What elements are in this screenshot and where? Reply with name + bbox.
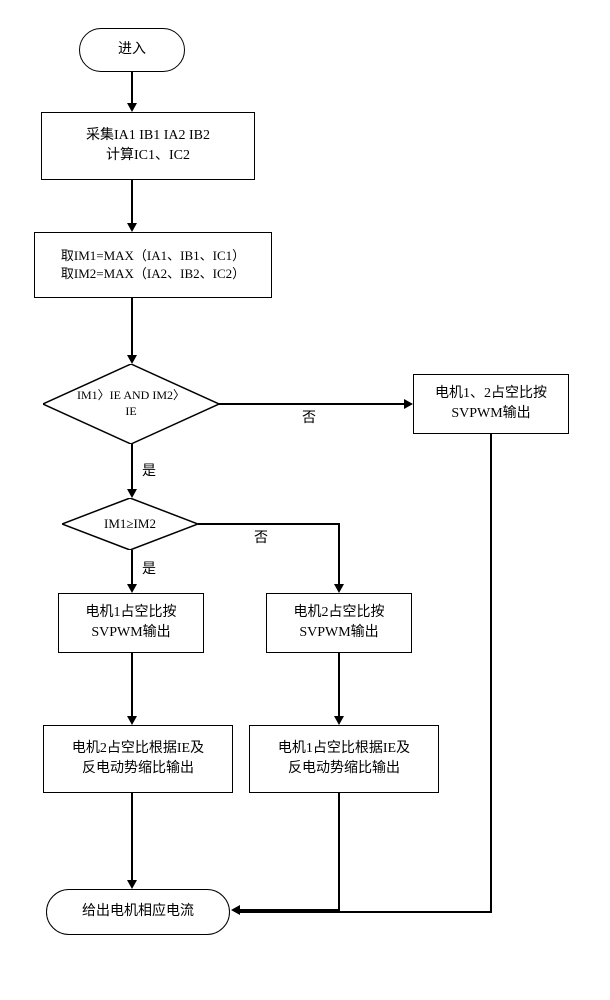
arrow: [338, 793, 340, 911]
m2-scale-line1: 电机2占空比根据IE及: [72, 739, 204, 759]
arrow: [131, 180, 133, 224]
arrow: [240, 911, 492, 913]
arrow: [219, 403, 405, 405]
dec2-yes-label: 是: [140, 558, 158, 578]
arrow-head: [334, 716, 344, 725]
arrow: [338, 523, 340, 585]
arrow: [198, 523, 340, 525]
arrow: [131, 793, 133, 881]
arrow-head: [127, 223, 137, 232]
start-label: 进入: [118, 40, 146, 60]
dec1-yes-label: 是: [140, 460, 158, 480]
collect-node: 采集IA1 IB1 IA2 IB2 计算IC1、IC2: [41, 112, 255, 180]
m1-svpwm-node: 电机1占空比按 SVPWM输出: [58, 593, 204, 653]
start-node: 进入: [79, 28, 185, 72]
end-node: 给出电机相应电流: [46, 889, 230, 935]
m2-svpwm-line2: SVPWM输出: [299, 623, 378, 643]
dec1-line1: IM1〉IE AND IM2〉: [77, 388, 185, 404]
m1-scale-line2: 反电动势缩比输出: [288, 759, 400, 779]
arrow-head: [404, 399, 413, 409]
m2-scale-line2: 反电动势缩比输出: [82, 759, 194, 779]
m1-svpwm-line2: SVPWM输出: [91, 623, 170, 643]
decision1-node: IM1〉IE AND IM2〉 IE: [43, 364, 219, 444]
arrow-head: [127, 584, 137, 593]
takemax-node: 取IM1=MAX（IA1、IB1、IC1） 取IM2=MAX（IA2、IB2、I…: [34, 232, 272, 298]
arrow-head: [334, 584, 344, 593]
collect-line1: 采集IA1 IB1 IA2 IB2: [86, 126, 210, 146]
takemax-line1: 取IM1=MAX（IA1、IB1、IC1）: [61, 247, 245, 265]
arrow: [490, 434, 492, 911]
m1-svpwm-line1: 电机1占空比按: [86, 603, 177, 623]
arrow-head: [127, 103, 137, 112]
m1-scale-line1: 电机1占空比根据IE及: [278, 739, 410, 759]
dec1-no-label: 否: [300, 407, 318, 427]
m2-svpwm-line1: 电机2占空比按: [294, 603, 385, 623]
collect-line2: 计算IC1、IC2: [106, 146, 190, 166]
both-svpwm-line1: 电机1、2占空比按: [435, 384, 547, 404]
m2-svpwm-node: 电机2占空比按 SVPWM输出: [266, 593, 412, 653]
dec2-no-label: 否: [252, 527, 270, 547]
takemax-line2: 取IM2=MAX（IA2、IB2、IC2）: [61, 265, 245, 283]
m2-scale-node: 电机2占空比根据IE及 反电动势缩比输出: [43, 725, 233, 793]
both-svpwm-node: 电机1、2占空比按 SVPWM输出: [413, 374, 569, 434]
arrow: [338, 653, 340, 717]
arrow-head: [127, 880, 137, 889]
dec2-text: IM1≥IM2: [104, 516, 156, 531]
arrow: [131, 550, 133, 585]
dec1-line2: IE: [77, 404, 185, 420]
m1-scale-node: 电机1占空比根据IE及 反电动势缩比输出: [249, 725, 439, 793]
arrow-head: [127, 716, 137, 725]
arrow: [131, 444, 133, 490]
arrow-head: [127, 355, 137, 364]
arrow: [131, 298, 133, 356]
decision2-node: IM1≥IM2: [62, 498, 198, 550]
end-label: 给出电机相应电流: [82, 902, 194, 922]
arrow-head: [127, 489, 137, 498]
both-svpwm-line2: SVPWM输出: [451, 404, 530, 424]
arrow: [131, 653, 133, 717]
arrow-head: [231, 905, 240, 915]
arrow: [131, 72, 133, 104]
